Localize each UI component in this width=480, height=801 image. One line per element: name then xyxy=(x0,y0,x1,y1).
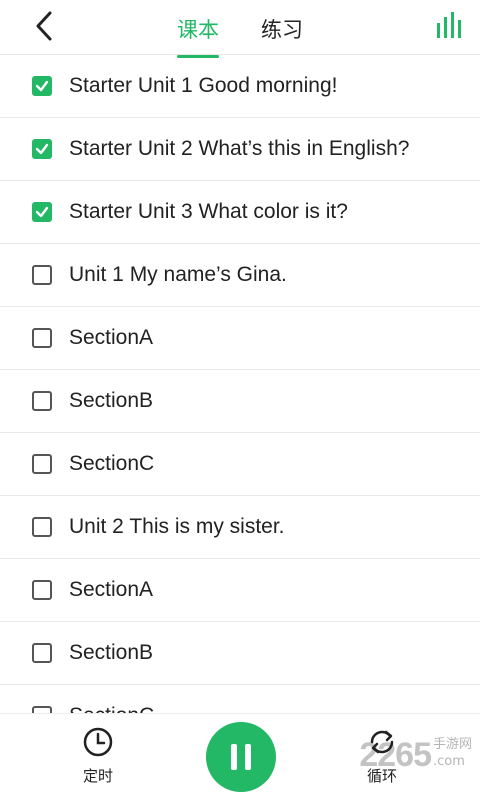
watermark-domain: .com xyxy=(432,754,465,769)
site-watermark: 2265 手游网 .com xyxy=(359,733,472,775)
list-item[interactable]: SectionA xyxy=(0,559,480,622)
timer-button[interactable]: 定时 xyxy=(68,726,128,786)
lesson-label: SectionA xyxy=(69,578,154,601)
top-bar: 课本 练习 xyxy=(0,0,480,58)
lesson-checkbox[interactable] xyxy=(32,706,52,713)
tab-bar: 课本 练习 xyxy=(0,0,480,58)
playlist-button[interactable] xyxy=(436,11,462,39)
tab-textbook[interactable]: 课本 xyxy=(177,0,219,58)
player-bar: 定时 循环 2265 手游网 .com xyxy=(0,713,480,801)
lesson-label: Starter Unit 2 What’s this in English? xyxy=(69,137,410,160)
lesson-checkbox[interactable] xyxy=(32,454,52,474)
lesson-checkbox[interactable] xyxy=(32,139,52,159)
lesson-label: Starter Unit 1 Good morning! xyxy=(69,74,338,97)
lesson-label: Unit 2 This is my sister. xyxy=(69,515,285,538)
list-item[interactable]: Unit 1 My name’s Gina. xyxy=(0,244,480,307)
list-item[interactable]: SectionC xyxy=(0,685,480,713)
timer-label: 定时 xyxy=(82,767,113,785)
watermark-site-name: 手游网 xyxy=(432,737,472,752)
lesson-list: Starter Unit 1 Good morning! Starter Unit… xyxy=(0,55,480,713)
lesson-label: Starter Unit 3 What color is it? xyxy=(69,200,348,223)
tab-textbook-label: 课本 xyxy=(177,18,219,42)
lesson-label: SectionB xyxy=(69,641,154,664)
watermark-number: 2265 xyxy=(359,736,432,774)
list-item[interactable]: Unit 2 This is my sister. xyxy=(0,496,480,559)
lesson-label: Unit 1 My name’s Gina. xyxy=(69,263,287,286)
list-item[interactable]: SectionC xyxy=(0,433,480,496)
check-icon xyxy=(35,80,49,92)
tab-exercises[interactable]: 练习 xyxy=(261,0,303,44)
list-item[interactable]: SectionB xyxy=(0,370,480,433)
tab-exercises-label: 练习 xyxy=(261,18,303,42)
lesson-checkbox[interactable] xyxy=(32,265,52,285)
pause-button[interactable] xyxy=(206,722,276,792)
list-item[interactable]: SectionA xyxy=(0,307,480,370)
bars-icon xyxy=(437,12,461,38)
list-item[interactable]: Starter Unit 2 What’s this in English? xyxy=(0,118,480,181)
lesson-checkbox[interactable] xyxy=(32,202,52,222)
lesson-checkbox[interactable] xyxy=(32,517,52,537)
list-item[interactable]: Starter Unit 3 What color is it? xyxy=(0,181,480,244)
lesson-checkbox[interactable] xyxy=(32,643,52,663)
lesson-label: SectionB xyxy=(69,389,154,412)
lesson-label: SectionC xyxy=(69,452,155,475)
lesson-label: SectionC xyxy=(69,704,154,713)
pause-icon xyxy=(231,744,251,770)
clock-icon xyxy=(83,727,113,757)
check-icon xyxy=(35,206,49,218)
lesson-checkbox[interactable] xyxy=(32,391,52,411)
check-icon xyxy=(35,143,49,155)
lesson-checkbox[interactable] xyxy=(32,328,52,348)
lesson-checkbox[interactable] xyxy=(32,76,52,96)
list-item[interactable]: Starter Unit 1 Good morning! xyxy=(0,55,480,118)
lesson-checkbox[interactable] xyxy=(32,580,52,600)
list-item[interactable]: SectionB xyxy=(0,622,480,685)
lesson-label: SectionA xyxy=(69,326,154,349)
